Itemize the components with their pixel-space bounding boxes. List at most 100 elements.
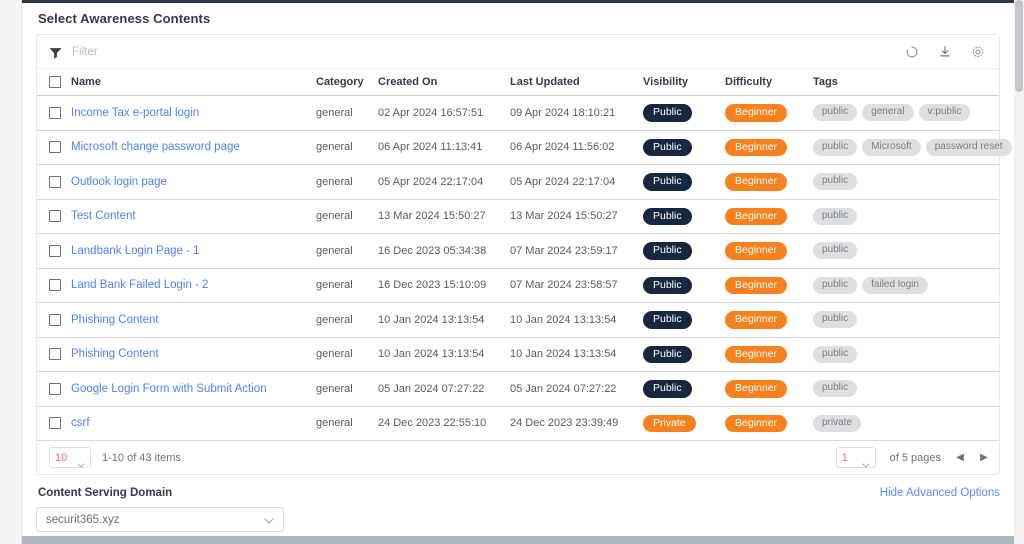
refresh-icon[interactable] [905, 45, 919, 59]
last-updated-cell: 13 Mar 2024 15:50:27 [510, 199, 643, 234]
page-size-select[interactable]: 10 [49, 447, 91, 468]
tags-cell: public [813, 302, 999, 338]
page-number-select[interactable]: 1 [835, 447, 876, 468]
last-updated-cell: 24 Dec 2023 23:39:49 [510, 406, 643, 441]
row-select-cell [37, 233, 71, 269]
visibility-badge: Public [643, 242, 692, 260]
column-header-difficulty[interactable]: Difficulty [725, 69, 813, 96]
content-name-cell: Google Login Form with Submit Action [71, 371, 316, 407]
content-name-link[interactable]: Landbank Login Page - 1 [71, 245, 200, 257]
content-name-cell: Phishing Content [71, 302, 316, 338]
vertical-scrollbar[interactable] [1014, 0, 1024, 544]
column-header-last-updated[interactable]: Last Updated [510, 69, 643, 96]
difficulty-cell: Beginner [725, 268, 813, 303]
previous-page-button[interactable]: ◀ [955, 452, 965, 463]
content-name-link[interactable]: Income Tax e-portal login [71, 107, 199, 119]
column-header-created-on[interactable]: Created On [378, 69, 510, 96]
tag-chip: failed login [862, 276, 928, 294]
column-header-tags[interactable]: Tags [813, 69, 999, 96]
select-all-checkbox[interactable] [49, 76, 61, 88]
hide-advanced-options-link[interactable]: Hide Advanced Options [880, 487, 1000, 499]
content-name-link[interactable]: Test Content [71, 210, 136, 222]
content-serving-domain-select[interactable]: securit365.xyz [36, 507, 284, 532]
created-on-cell: 24 Dec 2023 22:55:10 [378, 406, 510, 441]
visibility-badge: Public [643, 311, 692, 329]
difficulty-cell: Beginner [725, 130, 813, 165]
row-checkbox[interactable] [49, 106, 61, 119]
content-name-link[interactable]: csrf [71, 417, 90, 429]
tags-cell: private [813, 406, 999, 441]
row-checkbox[interactable] [49, 348, 61, 361]
difficulty-badge: Beginner [725, 345, 788, 363]
table-row: Income Tax e-portal login general 02 Apr 2… [37, 95, 999, 131]
last-updated-cell: 09 Apr 2024 18:10:21 [510, 95, 643, 131]
table-row: Google Login Form with Submit Action gene… [37, 371, 999, 407]
tag-chip: public [813, 311, 858, 329]
row-checkbox[interactable] [49, 279, 61, 292]
tags-cell: public [813, 233, 999, 269]
chevron-down-icon [264, 511, 274, 529]
category-cell: general [316, 199, 378, 234]
row-checkbox[interactable] [49, 313, 61, 326]
content-name-link[interactable]: Phishing Content [71, 314, 159, 326]
category-cell: general [316, 302, 378, 338]
visibility-cell: Public [643, 337, 725, 372]
difficulty-cell: Beginner [725, 233, 813, 269]
tag-chip: Microsoft [862, 138, 921, 156]
tag-chip: general [862, 104, 914, 122]
content-name-link[interactable]: Phishing Content [71, 348, 159, 360]
settings-gear-icon[interactable] [971, 45, 985, 59]
column-header-visibility[interactable]: Visibility [643, 69, 725, 96]
visibility-cell: Public [643, 130, 725, 165]
content-name-link[interactable]: Land Bank Failed Login - 2 [71, 279, 208, 291]
chevron-down-icon [77, 455, 85, 468]
last-updated-cell: 07 Mar 2024 23:58:57 [510, 268, 643, 303]
content-name-cell: Outlook login page [71, 164, 316, 200]
category-cell: general [316, 233, 378, 269]
tags-cell: public [813, 337, 999, 372]
row-select-cell [37, 164, 71, 200]
tags-cell: public failed login [813, 268, 999, 303]
created-on-cell: 05 Apr 2024 22:17:04 [378, 164, 510, 200]
column-header-category[interactable]: Category [316, 69, 378, 96]
difficulty-cell: Beginner [725, 164, 813, 200]
table-row: Microsoft change password page general 06 … [37, 130, 1012, 165]
filter-input[interactable] [72, 45, 332, 58]
row-checkbox[interactable] [49, 141, 61, 154]
row-checkbox[interactable] [49, 175, 61, 188]
row-checkbox[interactable] [49, 382, 61, 395]
download-icon[interactable] [938, 45, 952, 59]
row-checkbox[interactable] [49, 244, 61, 257]
category-cell: general [316, 164, 378, 200]
column-header-name[interactable]: Name [71, 69, 316, 96]
content-name-link[interactable]: Microsoft change password page [71, 141, 240, 153]
table-head: Name Category Created On Last Updated Vi… [37, 69, 999, 96]
table-row: Test Content general 13 Mar 2024 15:50:27 1… [37, 199, 999, 234]
row-checkbox[interactable] [49, 417, 61, 430]
page-title: Select Awareness Contents [38, 11, 211, 26]
row-checkbox[interactable] [49, 210, 61, 223]
vertical-scrollbar-thumb[interactable] [1015, 0, 1023, 92]
content-name-link[interactable]: Outlook login page [71, 176, 167, 188]
application-window: Select Awareness Contents Filter Name Ca… [0, 0, 1024, 544]
created-on-cell: 16 Dec 2023 05:34:38 [378, 233, 510, 269]
visibility-badge: Public [643, 173, 692, 191]
chevron-down-icon [861, 455, 870, 468]
created-on-cell: 06 Apr 2024 11:13:41 [378, 130, 510, 165]
last-updated-cell: 10 Jan 2024 13:13:54 [510, 302, 643, 338]
table-body: Income Tax e-portal login general 02 Apr 2… [37, 95, 1012, 441]
difficulty-badge: Beginner [725, 414, 788, 432]
visibility-badge: Public [643, 104, 692, 122]
difficulty-badge: Beginner [725, 104, 788, 122]
table-row: Land Bank Failed Login - 2 general 16 Dec … [37, 268, 999, 303]
created-on-cell: 10 Jan 2024 13:13:54 [378, 337, 510, 372]
visibility-badge: Public [643, 138, 692, 156]
next-page-button[interactable]: ▶ [979, 452, 989, 463]
visibility-cell: Public [643, 371, 725, 407]
tag-chip: public [813, 138, 858, 156]
content-name-cell: Test Content [71, 199, 316, 234]
visibility-cell: Public [643, 199, 725, 234]
visibility-cell: Private [643, 406, 725, 441]
content-name-link[interactable]: Google Login Form with Submit Action [71, 383, 267, 395]
visibility-cell: Public [643, 268, 725, 303]
